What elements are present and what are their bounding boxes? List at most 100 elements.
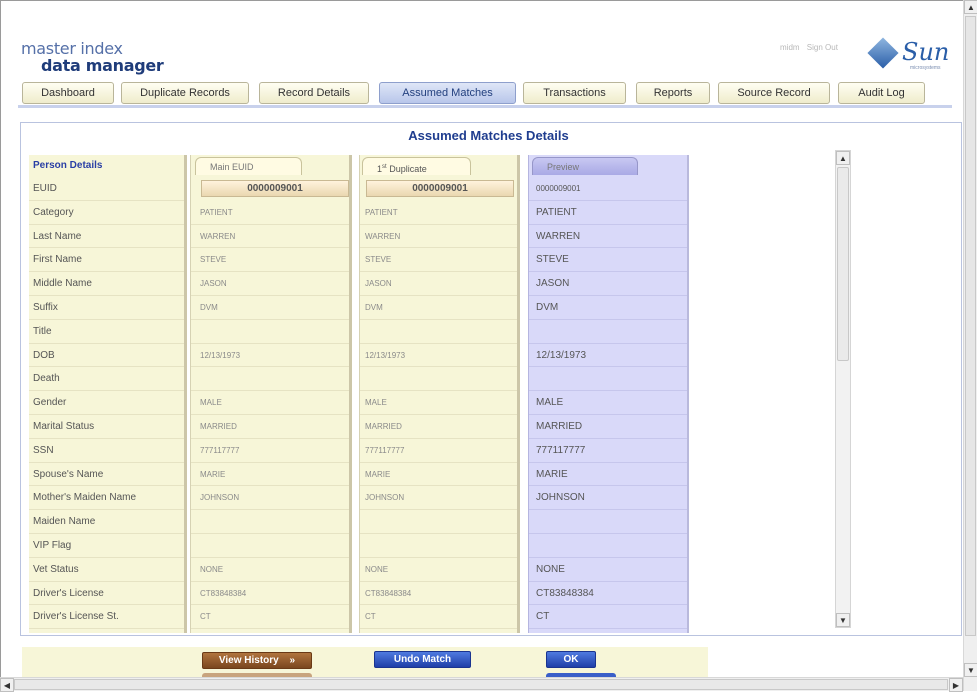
field-label: Driver's License bbox=[29, 582, 184, 606]
preview-value: DVM bbox=[529, 296, 687, 320]
main-value: MARRIED bbox=[191, 415, 349, 439]
duplicate-value: JASON bbox=[360, 272, 517, 296]
sun-wordmark: Sun bbox=[902, 38, 950, 66]
duplicate-value: MALE bbox=[360, 391, 517, 415]
preview-value: MALE bbox=[529, 391, 687, 415]
preview-value: 777117777 bbox=[529, 439, 687, 463]
duplicate-value: MARRIED bbox=[360, 415, 517, 439]
field-label: Last Name bbox=[29, 225, 184, 249]
logo-line2: data manager bbox=[41, 56, 164, 75]
main-value: MARIE bbox=[191, 463, 349, 487]
tab-source-record[interactable]: Source Record bbox=[718, 82, 830, 104]
duplicate-value bbox=[360, 534, 517, 558]
duplicate-value: MARIE bbox=[360, 463, 517, 487]
field-label: VIP Flag bbox=[29, 534, 184, 558]
window-horizontal-scrollbar[interactable]: ◀ ▶ bbox=[0, 677, 963, 692]
field-label: Maiden Name bbox=[29, 510, 184, 534]
tab-audit-log[interactable]: Audit Log bbox=[838, 82, 925, 104]
field-label: Marital Status bbox=[29, 415, 184, 439]
tab-record-details[interactable]: Record Details bbox=[259, 82, 369, 104]
field-label: Title bbox=[29, 320, 184, 344]
main-value: MALE bbox=[191, 391, 349, 415]
field-label: Death bbox=[29, 367, 184, 392]
duplicate-value: PATIENT bbox=[360, 201, 517, 225]
duplicate-value bbox=[360, 367, 517, 392]
main-value bbox=[191, 367, 349, 392]
preview-value bbox=[529, 534, 687, 558]
username: midm bbox=[780, 43, 800, 52]
field-label: Gender bbox=[29, 391, 184, 415]
preview-value bbox=[529, 510, 687, 534]
field-label: Middle Name bbox=[29, 272, 184, 296]
tab-preview[interactable]: Preview bbox=[532, 157, 638, 175]
main-value: STEVE bbox=[191, 248, 349, 273]
field-label: EUID bbox=[29, 177, 184, 201]
person-details-header: Person Details bbox=[33, 160, 103, 171]
top-links: midm Sign Out bbox=[780, 43, 843, 52]
duplicate-value: JOHNSON bbox=[360, 486, 517, 511]
duplicate-value: 12/13/1973 bbox=[360, 344, 517, 368]
field-label: First Name bbox=[29, 248, 184, 273]
details-scrollbar[interactable]: ▲ ▼ bbox=[835, 150, 851, 628]
dup-tab-text: Duplicate bbox=[386, 164, 427, 174]
window-vertical-scrollbar[interactable]: ▲ ▼ bbox=[963, 0, 977, 691]
tab-first-duplicate[interactable]: 1st Duplicate bbox=[362, 157, 471, 175]
preview-value: CT bbox=[529, 605, 687, 630]
field-label: Suffix bbox=[29, 296, 184, 320]
preview-value: 0000009001 bbox=[529, 177, 687, 201]
main-value: CT bbox=[191, 605, 349, 630]
preview-value: JASON bbox=[529, 272, 687, 296]
duplicate-euid-button[interactable]: 0000009001 bbox=[366, 180, 514, 197]
main-value: DVM bbox=[191, 296, 349, 320]
scroll-down-icon[interactable]: ▼ bbox=[836, 613, 850, 627]
undo-match-button[interactable]: Undo Match bbox=[374, 651, 471, 668]
tab-dashboard[interactable]: Dashboard bbox=[22, 82, 114, 104]
field-label: Spouse's Name bbox=[29, 463, 184, 487]
tab-underline bbox=[18, 105, 952, 108]
preview-value: NONE bbox=[529, 558, 687, 582]
preview-value bbox=[529, 367, 687, 392]
main-value: 12/13/1973 bbox=[191, 344, 349, 368]
preview-value: STEVE bbox=[529, 248, 687, 273]
app-logo: master index data manager bbox=[21, 40, 164, 74]
tab-duplicate-records[interactable]: Duplicate Records bbox=[121, 82, 249, 104]
scroll-up-icon[interactable]: ▲ bbox=[836, 151, 850, 165]
preview-value: MARRIED bbox=[529, 415, 687, 439]
duplicate-value: WARREN bbox=[360, 225, 517, 249]
window-scroll-thumb[interactable] bbox=[965, 16, 976, 636]
duplicate-value: CT bbox=[360, 605, 517, 630]
tab-assumed-matches[interactable]: Assumed Matches bbox=[379, 82, 516, 104]
preview-value bbox=[529, 320, 687, 344]
duplicate-value bbox=[360, 510, 517, 534]
duplicate-value: STEVE bbox=[360, 248, 517, 273]
window-scroll-down-icon[interactable]: ▼ bbox=[964, 663, 977, 677]
scroll-left-icon[interactable]: ◀ bbox=[0, 678, 14, 692]
main-value: JOHNSON bbox=[191, 486, 349, 511]
main-value: CT83848384 bbox=[191, 582, 349, 606]
sun-logo: Sun microsystems bbox=[867, 37, 954, 74]
scrollbar-thumb[interactable] bbox=[837, 167, 849, 361]
main-value bbox=[191, 320, 349, 344]
sun-subtext: microsystems bbox=[910, 65, 941, 71]
preview-value: 12/13/1973 bbox=[529, 344, 687, 368]
scroll-right-icon[interactable]: ▶ bbox=[949, 678, 963, 692]
window-scroll-up-icon[interactable]: ▲ bbox=[964, 0, 977, 14]
field-label: Vet Status bbox=[29, 558, 184, 582]
main-euid-button[interactable]: 0000009001 bbox=[201, 180, 349, 197]
tab-reports[interactable]: Reports bbox=[636, 82, 710, 104]
main-value: WARREN bbox=[191, 225, 349, 249]
tab-main-euid[interactable]: Main EUID bbox=[195, 157, 302, 175]
field-label: DOB bbox=[29, 344, 184, 368]
preview-value: MARIE bbox=[529, 463, 687, 487]
duplicate-value: NONE bbox=[360, 558, 517, 582]
view-history-button[interactable]: View History » bbox=[202, 652, 312, 669]
sign-out-link[interactable]: Sign Out bbox=[807, 43, 838, 52]
duplicate-value: DVM bbox=[360, 296, 517, 320]
ok-button[interactable]: OK bbox=[546, 651, 596, 668]
tab-transactions[interactable]: Transactions bbox=[523, 82, 626, 104]
field-label: SSN bbox=[29, 439, 184, 463]
field-label: Category bbox=[29, 201, 184, 225]
page-title: Assumed Matches Details bbox=[408, 128, 569, 143]
sun-diamond-icon bbox=[867, 37, 899, 69]
horizontal-scroll-thumb[interactable] bbox=[14, 679, 948, 690]
